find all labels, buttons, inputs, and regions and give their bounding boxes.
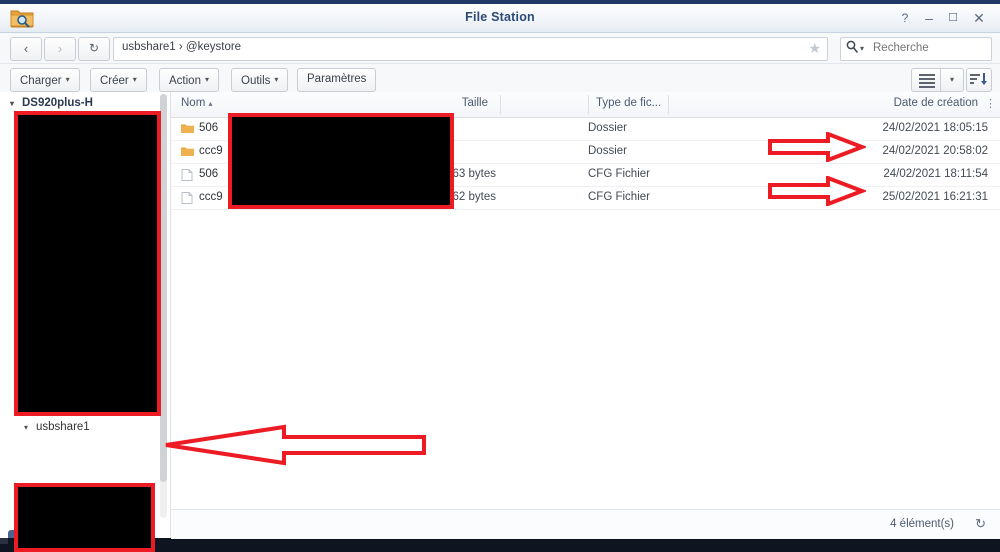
minimize-button[interactable]: –: [918, 8, 940, 28]
redaction-box-file-names: [228, 113, 454, 209]
maximize-button[interactable]: ☐: [942, 8, 964, 28]
address-bar[interactable]: usbshare1 › @keystore ★: [113, 37, 828, 61]
window-title: File Station: [465, 10, 535, 24]
close-button[interactable]: ✕: [968, 8, 990, 28]
item-count-label: 4 élément(s): [890, 518, 954, 530]
arrow-row4-date: [768, 176, 866, 206]
help-button[interactable]: ?: [894, 8, 916, 28]
sidebar-root-label: DS920plus-H: [22, 97, 93, 109]
twisty-icon[interactable]: ▾: [24, 423, 36, 432]
charger-button[interactable]: Charger ▾: [10, 68, 80, 92]
action-label: Action: [169, 75, 201, 87]
chevron-down-icon: ▾: [132, 75, 137, 84]
back-button[interactable]: ‹: [10, 37, 42, 61]
column-options-icon[interactable]: ⋮: [985, 97, 996, 110]
breadcrumb: usbshare1 › @keystore: [122, 41, 242, 53]
arrow-row2-date: [768, 132, 866, 162]
column-header-date[interactable]: Date de création: [171, 97, 978, 109]
charger-label: Charger: [20, 75, 62, 87]
sidebar-item-ds920plus-h[interactable]: ▾ DS920plus-H: [10, 97, 93, 109]
parametres-label: Paramètres: [307, 73, 367, 85]
sidebar-item-usbshare1[interactable]: ▾ usbshare1: [24, 421, 90, 433]
refresh-icon[interactable]: ↻: [975, 516, 986, 532]
chevron-down-icon: ▾: [274, 75, 279, 84]
list-view-bars: [919, 74, 935, 90]
sidebar-usbshare-label: usbshare1: [36, 421, 90, 433]
action-button[interactable]: Action ▾: [159, 68, 219, 92]
forward-button[interactable]: ›: [44, 37, 76, 61]
chevron-down-icon: ▾: [65, 75, 70, 84]
redaction-box-sidebar-bottom: [14, 483, 155, 552]
status-bar: 4 élément(s) ↻: [171, 509, 1000, 539]
parametres-button[interactable]: Paramètres: [297, 68, 377, 92]
sort-descending-icon[interactable]: [966, 68, 992, 92]
search-input[interactable]: [871, 41, 985, 55]
search-icon: [846, 40, 858, 56]
view-options-caret-icon[interactable]: ▾: [940, 68, 964, 92]
search-filter-caret-icon[interactable]: ▾: [860, 44, 864, 53]
search-box[interactable]: ▾: [840, 37, 992, 61]
chevron-down-icon: ▾: [204, 75, 209, 84]
title-bar: File Station ? – ☐ ✕: [0, 4, 1000, 33]
address-row: ‹ › ↻ usbshare1 › @keystore ★ ▾: [0, 33, 1000, 64]
toolbar: Charger ▾ Créer ▾ Action ▾ Outils ▾ Paramètr…: [0, 64, 1000, 95]
redaction-box-sidebar-top: [14, 111, 161, 416]
arrow-keystore: [165, 424, 426, 466]
twisty-icon[interactable]: ▾: [10, 99, 22, 108]
creer-button[interactable]: Créer ▾: [90, 68, 147, 92]
refresh-button[interactable]: ↻: [78, 37, 110, 61]
outils-button[interactable]: Outils ▾: [231, 68, 289, 92]
creer-label: Créer: [100, 75, 129, 87]
favorite-star-icon[interactable]: ★: [808, 40, 821, 57]
list-view-icon[interactable]: [911, 68, 942, 92]
outils-label: Outils: [241, 75, 271, 87]
